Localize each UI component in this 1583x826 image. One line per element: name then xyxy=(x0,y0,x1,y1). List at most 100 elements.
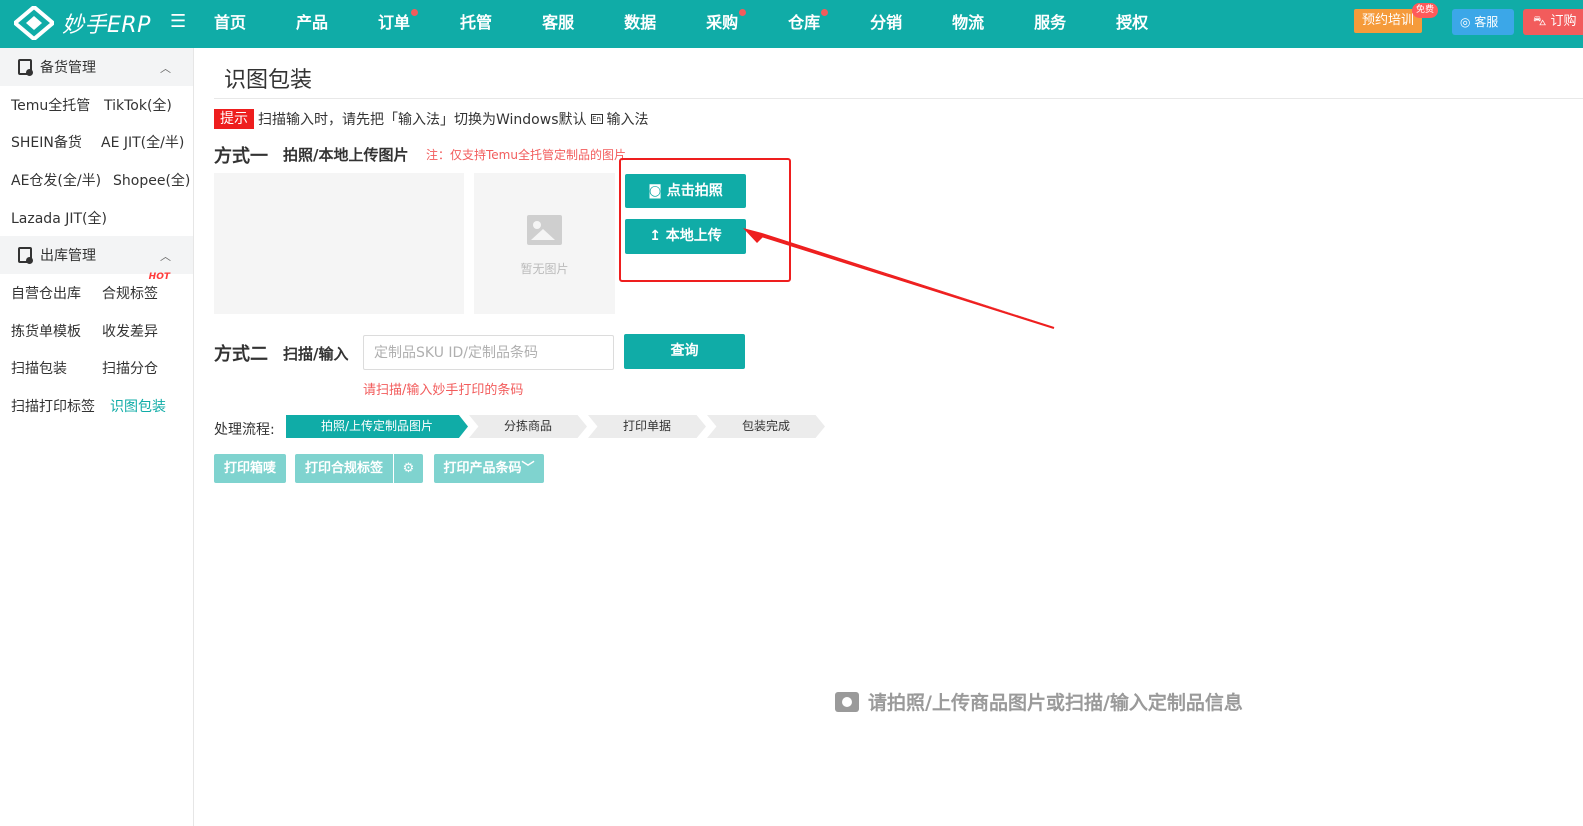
print-barcode-label: 打印产品条码 xyxy=(443,461,522,476)
flow-step-upload: 拍照/上传定制品图片 xyxy=(286,415,468,438)
camera-icon xyxy=(835,691,859,712)
app-logo[interactable]: 妙手ERP xyxy=(11,4,151,42)
sidebar-row: Temu全托管 TikTok(全) xyxy=(0,86,193,124)
nav-item-authorization[interactable]: 授权 xyxy=(1106,0,1158,48)
sidebar-item-scan-pack[interactable]: 扫描包装 xyxy=(11,358,102,378)
top-navigation-bar: 妙手ERP ☰ 首页 产品 订单 托管 客服 数据 采购 仓库 分销 物流 服务… xyxy=(0,0,1583,48)
sidebar-item-scan-print-label[interactable]: 扫描打印标签 xyxy=(11,396,110,416)
order-label: 订购 xyxy=(1550,14,1577,29)
nav-item-distribution[interactable]: 分销 xyxy=(860,0,912,48)
print-box-label-button[interactable]: 打印箱唛 xyxy=(214,454,286,483)
nav-item-label: 数据 xyxy=(624,13,657,32)
sidebar-item-tiktok-full[interactable]: TikTok(全) xyxy=(104,95,172,115)
keyboard-icon: En xyxy=(590,114,603,124)
sidebar-item-ae-warehouse[interactable]: AE仓发(全/半) xyxy=(11,170,113,190)
menu-toggle-icon[interactable]: ☰ xyxy=(170,12,190,32)
sidebar-item-temu-full[interactable]: Temu全托管 xyxy=(11,95,104,115)
hint-text: 扫描输入时，请先把「输入法」切换为Windows默认 xyxy=(258,112,587,128)
flow-step-sort: 分拣商品 xyxy=(469,415,587,438)
method1-label: 方式一 xyxy=(214,146,268,167)
settings-gear-icon[interactable]: ⚙ xyxy=(394,454,423,483)
sidebar-item-picklist-template[interactable]: 拣货单模板 xyxy=(11,321,102,341)
sidebar-item-image-pack[interactable]: 识图包装 xyxy=(110,396,166,416)
sidebar-group-stocking[interactable]: 备货管理 ︿ xyxy=(0,48,193,86)
order-button[interactable]: ⛍ 订购 xyxy=(1523,9,1583,35)
headset-icon: ◎ xyxy=(1460,15,1475,29)
nav-item-hosting[interactable]: 托管 xyxy=(450,0,502,48)
nav-item-orders[interactable]: 订单 xyxy=(368,0,420,48)
print-barcode-dropdown[interactable]: 打印产品条码﹀ xyxy=(434,454,544,483)
method1-sub: 拍照/本地上传图片 xyxy=(283,146,409,164)
nav-item-label: 分销 xyxy=(870,13,903,32)
sidebar-row: 自营仓出库 合规标签 HOT xyxy=(0,272,193,312)
nav-item-label: 订单 xyxy=(378,13,411,32)
method2-label: 方式二 xyxy=(214,344,268,365)
nav-item-products[interactable]: 产品 xyxy=(286,0,338,48)
sidebar-item-compliance-label[interactable]: 合规标签 HOT xyxy=(102,272,170,303)
sidebar-row: AE仓发(全/半) Shopee(全) xyxy=(0,161,193,199)
nav-item-logistics[interactable]: 物流 xyxy=(942,0,994,48)
logo-text: 妙手ERP xyxy=(62,13,151,38)
chevron-up-icon[interactable]: ︿ xyxy=(160,60,171,76)
sidebar-item-scan-split-warehouse[interactable]: 扫描分仓 xyxy=(102,358,158,378)
print-compliance-label-button[interactable]: 打印合规标签 xyxy=(295,454,393,483)
chevron-up-icon[interactable]: ︿ xyxy=(160,248,171,264)
page-title: 识图包装 xyxy=(224,68,313,93)
sidebar-item-shein-stock[interactable]: SHEIN备货 xyxy=(11,132,101,152)
customer-service-button[interactable]: ◎ 客服 xyxy=(1452,9,1514,35)
sidebar-item-ae-jit[interactable]: AE JIT(全/半) xyxy=(101,132,184,152)
nav-item-warehouse[interactable]: 仓库 xyxy=(778,0,830,48)
nav-item-home[interactable]: 首页 xyxy=(204,0,256,48)
main-nav: 首页 产品 订单 托管 客服 数据 采购 仓库 分销 物流 服务 授权 xyxy=(204,0,1188,48)
empty-state-text: 请拍照/上传商品图片或扫描/输入定制品信息 xyxy=(868,692,1243,714)
image-icon xyxy=(527,215,562,245)
flow-step-print: 打印单据 xyxy=(588,415,706,438)
method1-note: 注：仅支持Temu全托管定制品的图片 xyxy=(426,148,626,162)
sidebar-item-lazada-jit[interactable]: Lazada JIT(全) xyxy=(11,208,107,228)
sidebar-group-title: 出库管理 xyxy=(40,248,96,265)
nav-item-label: 物流 xyxy=(952,13,985,32)
notification-dot xyxy=(821,9,829,16)
flow-label: 处理流程: xyxy=(214,422,275,438)
hint-text-suffix: 输入法 xyxy=(606,112,649,128)
notification-dot xyxy=(411,9,419,16)
query-button[interactable]: 查询 xyxy=(624,334,745,369)
nav-item-purchasing[interactable]: 采购 xyxy=(696,0,748,48)
highlight-frame xyxy=(619,158,791,282)
sidebar-item-label: 合规标签 xyxy=(102,286,158,303)
notification-dot xyxy=(739,9,747,16)
camera-preview xyxy=(214,173,464,314)
hint-bar: 提示 扫描输入时，请先把「输入法」切换为Windows默认 En 输入法 xyxy=(214,109,649,129)
chevron-down-icon: ﹀ xyxy=(521,461,535,476)
nav-item-customer-service[interactable]: 客服 xyxy=(532,0,584,48)
nav-item-label: 仓库 xyxy=(788,13,821,32)
sidebar-item-own-warehouse-outbound[interactable]: 自营仓出库 xyxy=(11,283,102,303)
image-placeholder: 暂无图片 xyxy=(474,173,615,314)
nav-item-label: 授权 xyxy=(1116,13,1149,32)
nav-item-label: 客服 xyxy=(542,13,575,32)
document-icon xyxy=(18,59,33,76)
no-image-text: 暂无图片 xyxy=(520,262,569,276)
divider xyxy=(214,98,1583,99)
nav-item-label: 首页 xyxy=(214,13,247,32)
sidebar-group-outbound[interactable]: 出库管理 ︿ xyxy=(0,236,193,275)
sidebar-item-shopee-full[interactable]: Shopee(全) xyxy=(113,170,190,190)
nav-item-services[interactable]: 服务 xyxy=(1024,0,1076,48)
nav-item-label: 托管 xyxy=(460,13,493,32)
sidebar-row: 扫描打印标签 识图包装 xyxy=(0,387,193,425)
hot-badge: HOT xyxy=(148,272,170,283)
sidebar-item-shipping-difference[interactable]: 收发差异 xyxy=(102,321,158,341)
main-content: 识图包装 提示 扫描输入时，请先把「输入法」切换为Windows默认 En 输入… xyxy=(194,48,1583,826)
sidebar-row: 扫描包装 扫描分仓 xyxy=(0,350,193,388)
nav-item-label: 采购 xyxy=(706,13,739,32)
service-label: 客服 xyxy=(1474,15,1499,29)
empty-state: 请拍照/上传商品图片或扫描/输入定制品信息 xyxy=(835,688,1243,715)
logo-icon xyxy=(11,4,57,42)
process-flow: 拍照/上传定制品图片 分拣商品 打印单据 包装完成 xyxy=(286,415,826,438)
sku-search-input[interactable] xyxy=(363,335,614,370)
cart-icon: ⛍ xyxy=(1533,14,1551,29)
document-icon xyxy=(18,247,33,265)
nav-item-data[interactable]: 数据 xyxy=(614,0,666,48)
hint-tag: 提示 xyxy=(214,109,254,129)
sidebar-row: SHEIN备货 AE JIT(全/半) xyxy=(0,124,193,162)
